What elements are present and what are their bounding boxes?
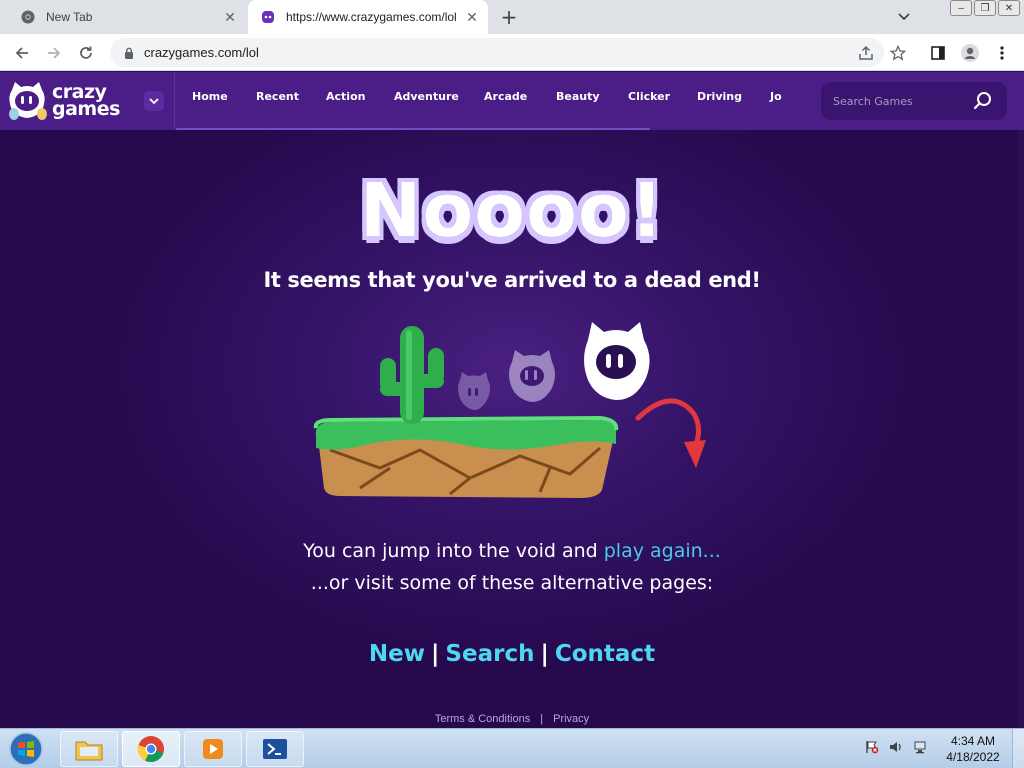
taskbar-chrome[interactable] <box>122 731 180 767</box>
nav-action[interactable]: Action <box>326 90 365 103</box>
clock-date: 4/18/2022 <box>946 750 1000 764</box>
profile-avatar-icon[interactable] <box>958 41 982 65</box>
back-arrow-icon[interactable] <box>10 41 34 65</box>
search-icon[interactable] <box>973 91 993 111</box>
chevron-down-icon <box>149 97 159 104</box>
tab-title: New Tab <box>46 10 93 24</box>
nav-driving[interactable]: Driving <box>697 90 742 103</box>
close-tab-icon[interactable]: ✕ <box>220 7 240 27</box>
dead-end-illustration <box>313 322 706 498</box>
search-games-box <box>821 82 1007 120</box>
tab-title: https://www.crazygames.com/lol <box>286 10 457 24</box>
play-again-link[interactable]: play again... <box>604 540 721 562</box>
category-nav: Home Recent Action Adventure Arcade Beau… <box>174 72 810 130</box>
menu-dropdown-button[interactable] <box>144 91 164 111</box>
alternative-links: New | Search | Contact <box>0 641 1024 667</box>
tab-new-tab[interactable]: New Tab ✕ <box>8 0 246 34</box>
faded-mascot-small-icon <box>458 372 490 410</box>
nav-clicker[interactable]: Clicker <box>628 90 670 103</box>
red-arrow-icon <box>635 398 706 468</box>
void-message-text: You can jump into the void and <box>303 540 604 562</box>
error-subheadline: It seems that you've arrived to a dead e… <box>263 268 761 292</box>
link-separator: | <box>431 641 440 667</box>
taskbar-media-player[interactable] <box>184 731 242 767</box>
bookmark-star-icon[interactable] <box>886 41 910 65</box>
chrome-icon <box>20 9 36 25</box>
alternative-pages-message: ...or visit some of these alternative pa… <box>310 572 714 594</box>
minimize-icon[interactable]: ‒ <box>950 0 972 16</box>
show-desktop-button[interactable] <box>1012 729 1024 768</box>
system-tray <box>864 739 928 755</box>
taskbar-powershell[interactable] <box>246 731 304 767</box>
forward-arrow-icon[interactable] <box>42 41 66 65</box>
window-controls: ‒ ❐ ✕ <box>950 0 1020 16</box>
search-games-input[interactable] <box>833 94 963 108</box>
taskbar-clock[interactable]: 4:34 AM 4/18/2022 <box>940 733 1006 765</box>
nav-recent[interactable]: Recent <box>256 90 299 103</box>
contact-link[interactable]: Contact <box>555 641 655 667</box>
nav-adventure[interactable]: Adventure <box>394 90 459 103</box>
white-mascot-icon <box>584 322 650 400</box>
volume-icon[interactable] <box>888 739 904 755</box>
void-message: You can jump into the void and play agai… <box>0 540 1024 562</box>
taskbar-explorer[interactable] <box>60 731 118 767</box>
windows-taskbar: 4:34 AM 4/18/2022 <box>0 728 1024 768</box>
nav-beauty[interactable]: Beauty <box>556 90 600 103</box>
tab-crazygames[interactable]: https://www.crazygames.com/lol ✕ <box>248 0 488 34</box>
error-headline: Noooo! <box>359 168 665 254</box>
site-header: crazy games Home Recent Action Adventure… <box>0 72 1024 130</box>
browser-toolbar: crazygames.com/lol <box>0 34 1024 71</box>
faded-mascot-medium-icon <box>509 350 555 402</box>
crazygames-logo[interactable]: crazy games <box>6 78 136 124</box>
terms-link[interactable]: Terms & Conditions <box>435 713 530 725</box>
chrome-icon <box>137 736 164 763</box>
page-scrollbar[interactable] <box>1018 130 1024 728</box>
privacy-link[interactable]: Privacy <box>553 713 589 725</box>
folder-icon <box>75 741 103 761</box>
lock-icon[interactable] <box>122 46 136 60</box>
media-player-icon <box>203 739 223 759</box>
close-window-icon[interactable]: ✕ <box>998 0 1020 16</box>
browser-tabstrip: New Tab ✕ https://www.crazygames.com/lol… <box>0 0 1024 34</box>
powershell-icon <box>263 739 287 759</box>
new-link[interactable]: New <box>369 641 425 667</box>
chevron-down-icon[interactable] <box>894 8 914 26</box>
logo-wordmark: crazy games <box>52 83 120 120</box>
cactus-icon <box>380 326 444 424</box>
grass-platform-icon <box>313 415 619 498</box>
mascot-logo-icon <box>9 82 47 120</box>
reload-icon[interactable] <box>74 41 98 65</box>
link-separator: | <box>540 641 549 667</box>
search-link[interactable]: Search <box>445 641 534 667</box>
error-page-content: Noooo! It seems that you've arrived to a… <box>0 130 1024 728</box>
nav-jo-truncated[interactable]: Jo <box>770 90 782 103</box>
page-footer: Terms & Conditions | Privacy <box>0 713 1024 725</box>
start-button[interactable] <box>6 731 46 767</box>
crazygames-icon <box>260 9 276 25</box>
network-icon[interactable] <box>912 739 928 755</box>
side-panel-icon[interactable] <box>926 41 950 65</box>
url-text[interactable]: crazygames.com/lol <box>144 45 259 60</box>
clock-time: 4:34 AM <box>950 734 996 748</box>
nav-home[interactable]: Home <box>192 90 228 103</box>
share-icon[interactable] <box>854 41 878 65</box>
new-tab-plus-icon[interactable]: + <box>497 5 521 29</box>
address-bar[interactable]: crazygames.com/lol <box>110 38 884 67</box>
nav-arcade[interactable]: Arcade <box>484 90 527 103</box>
logo-text-games: games <box>52 98 120 120</box>
more-menu-icon[interactable] <box>990 41 1014 65</box>
close-tab-icon[interactable]: ✕ <box>462 7 482 27</box>
restore-icon[interactable]: ❐ <box>974 0 996 16</box>
footer-separator: | <box>540 713 544 725</box>
action-center-flag-icon[interactable] <box>864 739 880 755</box>
windows-logo-icon <box>9 732 43 766</box>
